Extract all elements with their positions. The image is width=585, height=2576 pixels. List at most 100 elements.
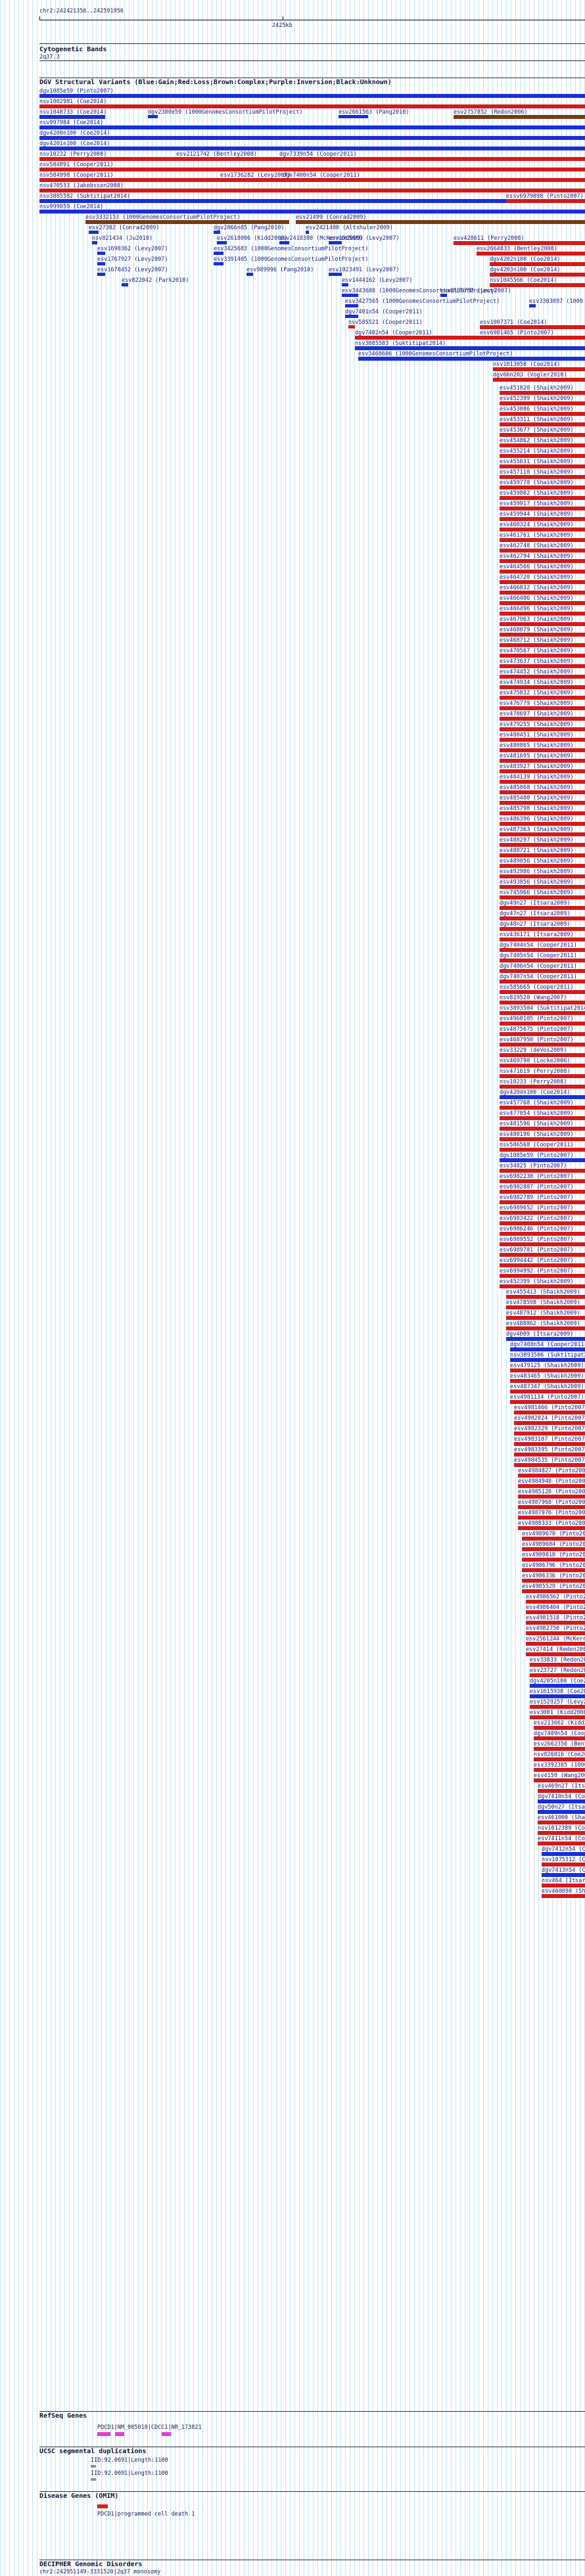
variant-bar[interactable] xyxy=(510,1390,585,1393)
variant-bar[interactable] xyxy=(506,1326,585,1330)
variant-bar[interactable] xyxy=(526,1642,585,1646)
variant-bar[interactable] xyxy=(440,294,447,297)
variant-label[interactable]: dgv7339n54 (Cooper2011) xyxy=(279,151,357,158)
variant-bar[interactable] xyxy=(530,1663,585,1667)
variant-bar[interactable] xyxy=(500,1011,585,1015)
variant-bar[interactable] xyxy=(526,1621,585,1625)
variant-bar[interactable] xyxy=(39,147,585,150)
variant-bar[interactable] xyxy=(500,727,585,731)
variant-bar[interactable] xyxy=(526,1610,585,1614)
variant-bar[interactable] xyxy=(542,1873,585,1877)
variant-bar[interactable] xyxy=(296,220,585,224)
variant-bar[interactable] xyxy=(500,706,585,710)
variant-bar[interactable] xyxy=(500,1043,585,1047)
variant-bar[interactable] xyxy=(506,1337,585,1341)
variant-label[interactable]: esv2121742 (Bentley2008) xyxy=(176,151,257,158)
variant-bar[interactable] xyxy=(500,874,585,878)
variant-bar[interactable] xyxy=(355,346,585,350)
refseq-gene-mark[interactable] xyxy=(115,2432,124,2436)
variant-bar[interactable] xyxy=(500,980,585,983)
variant-bar[interactable] xyxy=(92,241,97,244)
segmental-duplications-title[interactable]: UCSC segmental duplications xyxy=(39,2448,147,2455)
variant-bar[interactable] xyxy=(500,1190,585,1194)
variant-bar[interactable] xyxy=(530,1715,585,1719)
variant-bar[interactable] xyxy=(490,283,585,287)
variant-bar[interactable] xyxy=(500,1085,585,1089)
variant-bar[interactable] xyxy=(339,115,368,118)
variant-bar[interactable] xyxy=(500,517,585,521)
variant-bar[interactable] xyxy=(500,1022,585,1026)
variant-bar[interactable] xyxy=(500,769,585,773)
segdup-label-2[interactable]: IID:92.0691|Length:1100 xyxy=(91,2470,168,2477)
variant-label[interactable]: dgv2066n85 (Pang2010) xyxy=(214,225,284,231)
variant-bar[interactable] xyxy=(500,1284,585,1288)
variant-bar[interactable] xyxy=(500,1263,585,1267)
variant-bar[interactable] xyxy=(122,283,128,286)
variant-bar[interactable] xyxy=(538,1810,585,1814)
variant-bar[interactable] xyxy=(534,1757,585,1761)
variant-bar[interactable] xyxy=(342,283,348,286)
variant-bar[interactable] xyxy=(500,1137,585,1141)
cytogenetic-bands-title[interactable]: Cytogenetic Bands xyxy=(39,46,106,53)
variant-bar[interactable] xyxy=(500,938,585,941)
variant-bar[interactable] xyxy=(500,696,585,700)
variant-bar[interactable] xyxy=(214,252,223,255)
variant-bar[interactable] xyxy=(518,1516,585,1520)
variant-bar[interactable] xyxy=(500,1116,585,1120)
variant-bar[interactable] xyxy=(500,570,585,574)
variant-bar[interactable] xyxy=(39,168,585,171)
variant-bar[interactable] xyxy=(534,1736,585,1740)
variant-label[interactable]: esv3303897 (1000 xyxy=(529,298,583,305)
variant-bar[interactable] xyxy=(246,273,253,276)
variant-label[interactable]: esv989996 (Pang2010) xyxy=(246,267,314,273)
variant-bar[interactable] xyxy=(522,1579,585,1583)
disease-genes-title[interactable]: Disease Genes (OMIM) xyxy=(39,2493,118,2500)
variant-bar[interactable] xyxy=(500,591,585,595)
variant-bar[interactable] xyxy=(345,315,358,318)
variant-bar[interactable] xyxy=(500,780,585,784)
variant-bar[interactable] xyxy=(506,1316,585,1320)
variant-bar[interactable] xyxy=(500,738,585,742)
variant-bar[interactable] xyxy=(500,486,585,489)
variant-bar[interactable] xyxy=(500,801,585,805)
variant-bar[interactable] xyxy=(518,1526,585,1530)
variant-bar[interactable] xyxy=(518,1474,585,1478)
variant-bar[interactable] xyxy=(500,853,585,857)
variant-bar[interactable] xyxy=(97,273,105,276)
variant-bar[interactable] xyxy=(500,717,585,721)
variant-bar[interactable] xyxy=(220,178,227,181)
variant-bar[interactable] xyxy=(500,916,585,920)
variant-bar[interactable] xyxy=(39,189,585,192)
variant-bar[interactable] xyxy=(500,1232,585,1236)
variant-bar[interactable] xyxy=(500,1169,585,1173)
variant-bar[interactable] xyxy=(217,241,227,244)
variant-bar[interactable] xyxy=(500,832,585,836)
variant-bar[interactable] xyxy=(538,1831,585,1835)
variant-bar[interactable] xyxy=(342,294,358,297)
variant-bar[interactable] xyxy=(345,304,358,307)
variant-bar[interactable] xyxy=(500,443,585,447)
variant-bar[interactable] xyxy=(39,199,585,203)
refseq-gene-mark[interactable] xyxy=(97,2432,110,2436)
variant-bar[interactable] xyxy=(279,157,289,160)
variant-bar[interactable] xyxy=(500,643,585,647)
variant-bar[interactable] xyxy=(506,199,585,203)
variant-bar[interactable] xyxy=(500,549,585,553)
variant-bar[interactable] xyxy=(454,241,585,245)
variant-bar[interactable] xyxy=(500,1158,585,1162)
variant-bar[interactable] xyxy=(500,685,585,689)
variant-label[interactable]: esv822042 (Park2010) xyxy=(122,277,189,284)
variant-bar[interactable] xyxy=(500,811,585,815)
variant-bar[interactable] xyxy=(39,94,585,98)
variant-bar[interactable] xyxy=(530,1705,585,1709)
refseq-gene-label[interactable]: PDCD1|NM_005018|CDCC1|NR_173821 xyxy=(97,2424,202,2431)
variant-bar[interactable] xyxy=(514,1421,585,1425)
variant-label[interactable]: esv1130732 (Levy2007) xyxy=(440,288,511,294)
variant-bar[interactable] xyxy=(500,895,585,899)
segdup-label-1[interactable]: IID:92.0691|Length:1100 xyxy=(91,2457,168,2464)
variant-bar[interactable] xyxy=(39,210,585,214)
variant-bar[interactable] xyxy=(493,367,585,371)
variant-bar[interactable] xyxy=(500,759,585,763)
decipher-label[interactable]: chr2:242951149-3331520|2q37 monosomy xyxy=(39,2569,160,2575)
variant-bar[interactable] xyxy=(500,1274,585,1278)
